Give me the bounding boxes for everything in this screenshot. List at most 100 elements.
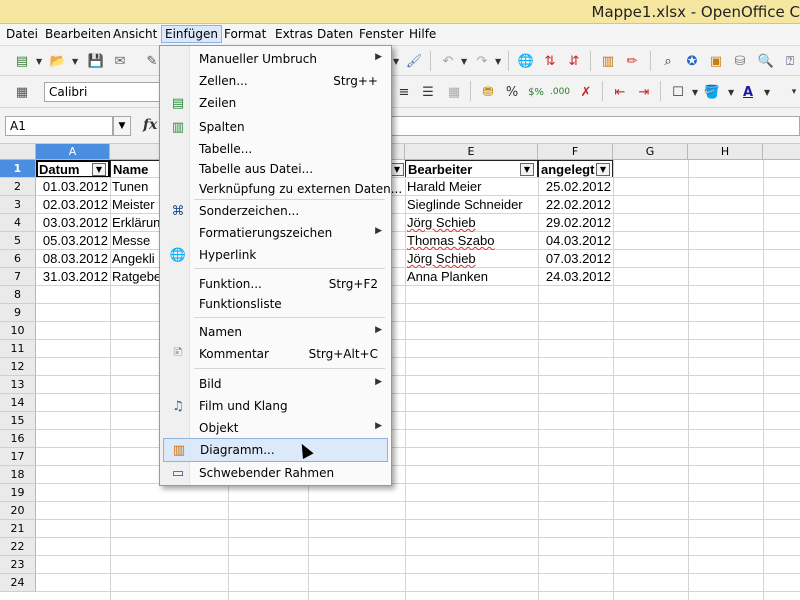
gallery-icon[interactable]: ▣ (706, 51, 726, 71)
cell-bearbeiter[interactable]: Harald Meier (405, 178, 538, 196)
menu-hilfe[interactable]: Hilfe (409, 27, 436, 41)
cell-name[interactable]: Tunen (110, 178, 160, 196)
menu-item-function[interactable]: Funktion... Strg+F2 (163, 273, 388, 295)
menu-item-chart[interactable]: ▥ Diagramm... (163, 438, 388, 462)
menu-item-function-list[interactable]: Funktionsliste (163, 293, 388, 315)
styles-formatting-icon[interactable]: ▦ (12, 82, 32, 102)
name-box-dropdown-icon[interactable]: ▼ (113, 116, 131, 136)
menu-format[interactable]: Format (224, 27, 266, 41)
font-color-icon[interactable]: A (738, 82, 758, 102)
row-header[interactable]: 11 (0, 340, 36, 358)
menu-item-movie-sound[interactable]: ♫ Film und Klang (163, 395, 388, 417)
undo-icon[interactable]: ↶ (438, 51, 458, 71)
redo-icon[interactable]: ↷ (472, 51, 492, 71)
row-header[interactable]: 2 (0, 178, 36, 196)
row-header[interactable]: 21 (0, 520, 36, 538)
row-header[interactable]: 22 (0, 538, 36, 556)
align-justify-icon[interactable]: ≡ (394, 82, 414, 102)
paste-dropdown-arrow[interactable]: ▼ (393, 57, 401, 66)
column-header-h[interactable]: H (688, 144, 763, 160)
menu-item-hyperlink[interactable]: 🌐 Hyperlink (163, 244, 388, 266)
cell-datum[interactable]: 02.03.2012 (36, 196, 110, 214)
cell-bearbeiter[interactable]: Anna Planken (405, 268, 538, 286)
help-icon[interactable]: ⍰ (780, 51, 800, 71)
row-header[interactable]: 13 (0, 376, 36, 394)
toolbar-overflow-icon[interactable]: ▾ (784, 82, 800, 102)
row-header[interactable]: 15 (0, 412, 36, 430)
row-header[interactable]: 23 (0, 556, 36, 574)
font-color-dropdown-arrow[interactable]: ▼ (764, 88, 772, 97)
background-color-icon[interactable]: 🪣 (702, 82, 722, 102)
row-header[interactable]: 5 (0, 232, 36, 250)
cell-angelegt[interactable]: 07.03.2012 (538, 250, 613, 268)
cell-name[interactable]: Ratgebe (110, 268, 160, 286)
menu-ansicht[interactable]: Ansicht (113, 27, 157, 41)
row-header[interactable]: 3 (0, 196, 36, 214)
align-block-icon[interactable]: ☰ (418, 82, 438, 102)
cell-name[interactable]: Angekli (110, 250, 160, 268)
undo-dropdown-arrow[interactable]: ▼ (461, 57, 469, 66)
menu-item-sheet[interactable]: Tabelle... (163, 138, 388, 160)
select-all-corner[interactable] (0, 144, 36, 160)
cell-angelegt[interactable]: 22.02.2012 (538, 196, 613, 214)
zoom-icon[interactable]: 🔍 (756, 51, 776, 71)
menu-item-special-chars[interactable]: ⌘ Sonderzeichen... (163, 200, 388, 222)
percent-format-icon[interactable]: % (502, 82, 522, 102)
cell-name[interactable]: Meister (110, 196, 160, 214)
show-draw-functions-icon[interactable]: ✏ (622, 51, 642, 71)
cell-angelegt[interactable]: 24.03.2012 (538, 268, 613, 286)
menu-item-cells[interactable]: Zellen... Strg++ (163, 70, 388, 92)
cell-datum[interactable]: 08.03.2012 (36, 250, 110, 268)
open-dropdown-arrow[interactable]: ▼ (72, 57, 80, 66)
navigator-compass-icon[interactable]: ✪ (682, 51, 702, 71)
delete-decimal-icon[interactable]: ✗ (576, 82, 596, 102)
function-wizard-icon[interactable]: fx (143, 117, 157, 133)
cell-angelegt[interactable]: 25.02.2012 (538, 178, 613, 196)
menu-fenster[interactable]: Fenster (359, 27, 404, 41)
borders-dropdown-arrow[interactable]: ▼ (692, 88, 700, 97)
font-name-input[interactable]: Calibri (44, 82, 160, 102)
autofilter-dropdown-icon[interactable]: ▼ (390, 163, 404, 176)
column-header-a[interactable]: A (36, 144, 110, 160)
cell-angelegt[interactable]: 29.02.2012 (538, 214, 613, 232)
sort-ascending-icon[interactable]: ⇅ (540, 51, 560, 71)
name-box[interactable]: A1 (5, 116, 113, 136)
new-dropdown-arrow[interactable]: ▼ (36, 57, 44, 66)
spreadsheet-grid[interactable]: A B C D E F G H Datum ▼ Name ▼ Bearbeite… (0, 144, 800, 600)
background-color-dropdown-arrow[interactable]: ▼ (728, 88, 736, 97)
menu-item-sheet-from-file[interactable]: Tabelle aus Datei... (163, 158, 388, 180)
cell-name[interactable]: Messe (110, 232, 160, 250)
formula-input[interactable] (390, 116, 800, 136)
cell-angelegt[interactable]: 04.03.2012 (538, 232, 613, 250)
cell-datum[interactable]: 03.03.2012 (36, 214, 110, 232)
menu-bearbeiten[interactable]: Bearbeiten (45, 27, 111, 41)
menu-item-rows[interactable]: ▤ Zeilen (163, 92, 388, 114)
cell-bearbeiter[interactable]: Sieglinde Schneider (405, 196, 538, 214)
cell-bearbeiter[interactable]: Jörg Schieb (405, 214, 538, 232)
borders-icon[interactable]: ☐ (668, 82, 688, 102)
menu-item-names[interactable]: Namen ▶ (163, 321, 388, 343)
sort-descending-icon[interactable]: ⇵ (564, 51, 584, 71)
insert-chart-icon[interactable]: ▥ (598, 51, 618, 71)
open-folder-icon[interactable]: 📂 (48, 51, 68, 71)
new-document-icon[interactable]: ▤ (12, 51, 32, 71)
column-header-g[interactable]: G (613, 144, 688, 160)
row-header[interactable]: 7 (0, 268, 36, 286)
menu-item-external-data[interactable]: Verknüpfung zu externen Daten... (163, 178, 402, 200)
menu-item-object[interactable]: Objekt ▶ (163, 417, 388, 439)
row-header[interactable]: 6 (0, 250, 36, 268)
menu-item-columns[interactable]: ▥ Spalten (163, 116, 388, 138)
data-sources-icon[interactable]: ⛁ (730, 51, 750, 71)
menu-item-floating-frame[interactable]: ▭ Schwebender Rahmen (163, 462, 388, 484)
cell-bearbeiter[interactable]: Jörg Schieb (405, 250, 538, 268)
menu-datei[interactable]: Datei (6, 27, 38, 41)
row-header[interactable]: 1 (0, 160, 36, 178)
add-decimal-icon[interactable]: .000 (550, 82, 570, 102)
increase-indent-icon[interactable]: ⇥ (634, 82, 654, 102)
row-header[interactable]: 17 (0, 448, 36, 466)
menu-einfuegen[interactable]: Einfügen (161, 25, 222, 43)
find-binoculars-icon[interactable]: ⌕ (658, 51, 678, 71)
menu-extras[interactable]: Extras (275, 27, 313, 41)
cell-bearbeiter[interactable]: Thomas Szabo (405, 232, 538, 250)
row-header[interactable]: 24 (0, 574, 36, 592)
